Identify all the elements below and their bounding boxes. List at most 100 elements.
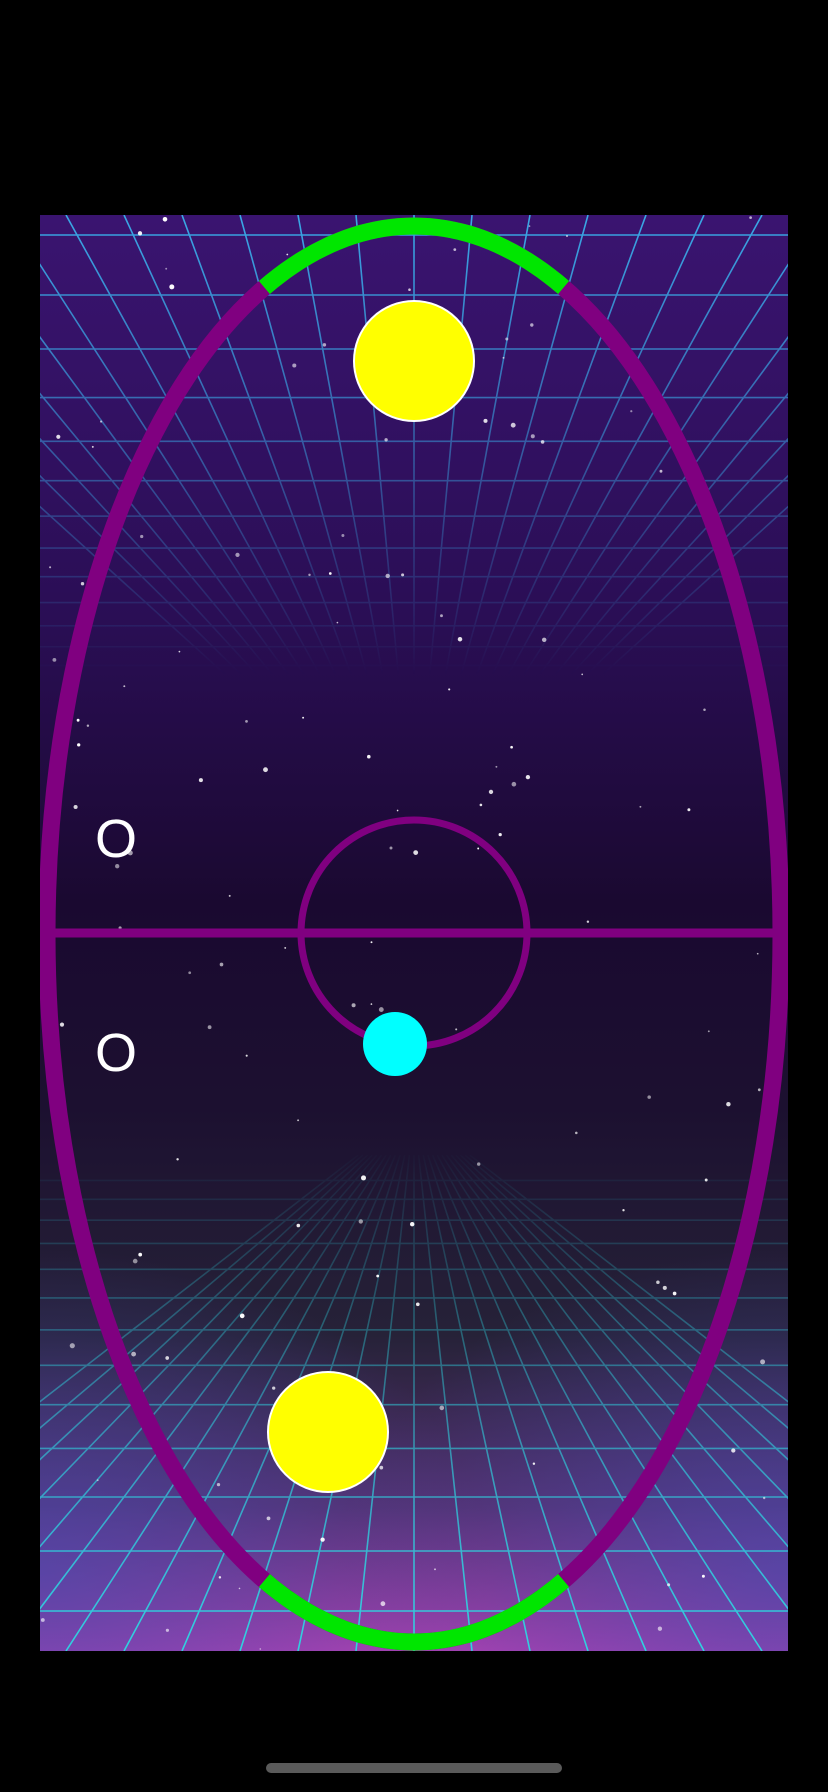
star [762,1496,766,1500]
star [178,650,181,653]
star [132,1258,138,1264]
star [351,1003,356,1008]
star [52,657,57,662]
star [498,832,502,837]
star [409,1221,415,1227]
game-screen: O O [0,0,828,1792]
star [672,1291,677,1296]
star [532,1462,536,1465]
star [358,1219,363,1224]
star [292,363,297,368]
star [188,971,192,975]
star [453,248,457,251]
star [701,1574,705,1578]
star [483,418,488,423]
star [457,636,463,642]
star [322,343,327,347]
puck[interactable] [363,1012,427,1076]
star [284,946,287,949]
star [131,1351,137,1357]
star [259,1648,262,1650]
star [455,1028,458,1031]
star [370,1003,373,1005]
star [169,284,175,290]
star [162,216,168,222]
star [235,552,240,558]
star [656,1280,660,1284]
star [530,434,535,439]
star [77,743,81,747]
star [511,781,517,787]
opponent-paddle[interactable] [353,300,475,422]
star [56,434,61,439]
star [401,573,405,577]
star [757,1088,761,1092]
star [415,1302,420,1307]
star [413,850,419,855]
star [502,356,505,359]
star [385,573,390,579]
star [389,846,393,850]
star [370,941,373,944]
star [540,440,545,444]
game-field[interactable] [40,215,788,1651]
star [434,1568,436,1571]
star [207,1025,212,1030]
star [726,1101,731,1107]
star [360,1175,367,1181]
star [510,745,513,749]
star [80,582,85,586]
star [286,253,289,256]
star [69,1343,75,1349]
star [336,621,339,624]
star [731,1448,736,1453]
star [622,1209,625,1212]
star [647,1095,651,1099]
star [302,716,305,719]
star [505,337,509,341]
star [440,614,443,618]
star [272,1386,276,1390]
star [165,267,168,270]
star [667,1583,671,1587]
star [378,1007,384,1013]
star [477,1162,481,1166]
star [408,288,411,291]
star [703,708,706,711]
star [704,1178,708,1182]
star [165,1356,170,1360]
star [630,410,633,413]
star [479,803,483,807]
player-paddle[interactable] [267,1371,389,1493]
star [266,1516,271,1521]
star [525,774,531,780]
star [328,572,332,575]
star [396,809,399,812]
star [586,920,590,923]
star [341,534,345,537]
star [91,445,94,448]
star [40,1618,45,1622]
star [218,1576,222,1579]
star [760,1359,766,1365]
star [138,1252,143,1257]
star [662,1285,667,1290]
star [96,1479,99,1482]
star [687,808,691,812]
rink-canvas[interactable] [40,215,788,1651]
opponent-score: O [94,809,137,869]
star [367,754,371,759]
star [59,1022,65,1027]
star [238,1587,241,1590]
star [528,225,531,227]
star [320,1537,325,1542]
star [376,1274,380,1278]
star [296,1223,301,1228]
star [657,1626,663,1631]
star [73,804,78,810]
home-indicator[interactable] [266,1763,562,1773]
star [575,1131,578,1135]
star [756,952,759,955]
star [228,894,231,897]
star [49,566,52,569]
